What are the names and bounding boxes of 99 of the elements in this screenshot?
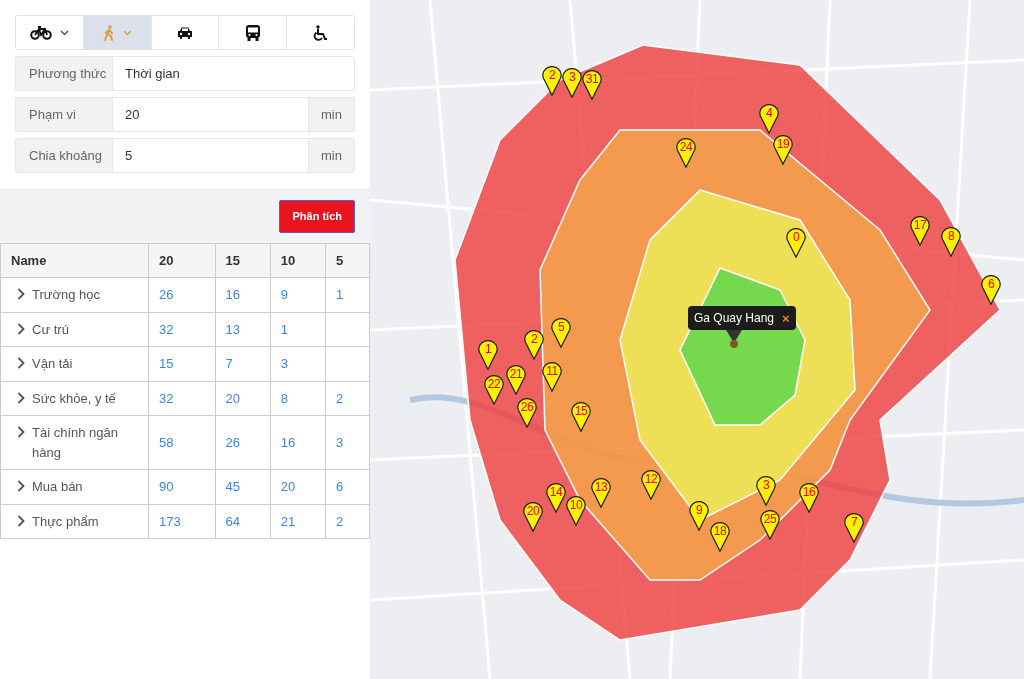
range-input[interactable]: 20	[112, 97, 309, 132]
count-cell[interactable]: 16	[270, 415, 326, 470]
popup-title: Ga Quay Hang	[694, 310, 775, 327]
map-pin[interactable]: 8	[941, 227, 961, 257]
category-cell[interactable]: Tài chính ngân hàng	[0, 415, 149, 470]
map-pin[interactable]: 15	[571, 402, 591, 432]
map-pin[interactable]: 31	[582, 70, 602, 100]
count-cell[interactable]: 26	[148, 277, 215, 312]
chevron-right-icon	[17, 514, 25, 527]
count-cell[interactable]: 1	[270, 312, 326, 347]
category-name: Vận tải	[32, 355, 73, 373]
chevron-right-icon	[17, 357, 25, 369]
column-header: 10	[270, 243, 326, 278]
unit-label: min	[309, 138, 355, 173]
car-icon	[177, 26, 193, 39]
map-pin[interactable]: 2	[542, 66, 562, 96]
category-cell[interactable]: Thực phẩm	[0, 504, 149, 539]
map-pin[interactable]: 17	[910, 216, 930, 246]
count-cell[interactable]: 13	[215, 312, 271, 347]
map-pin[interactable]: 6	[981, 275, 1001, 305]
category-name: Trường học	[32, 286, 101, 304]
map-pin[interactable]: 25	[760, 510, 780, 540]
bicycle-icon	[29, 25, 52, 40]
analyze-button[interactable]: Phân tích	[279, 200, 355, 233]
method-dropdown[interactable]: Thời gian	[112, 56, 355, 91]
map-pin[interactable]: 13	[591, 478, 611, 508]
map-area[interactable]: 2 3 31 4 24 19 0 17 8 6 5 1 2 21 11 22 26 15 13 12 14 3 16 20 10 9 18 25 7 Ga Quay Hang ×	[370, 0, 1024, 679]
map-pin[interactable]: 11	[542, 362, 562, 392]
count-cell[interactable]: 3	[270, 346, 326, 381]
category-cell[interactable]: Vận tải	[0, 346, 149, 381]
count-cell[interactable]: 3	[325, 415, 370, 470]
unit-label: min	[309, 97, 355, 132]
category-cell[interactable]: Mua bán	[0, 469, 149, 504]
count-cell[interactable]: 1	[325, 277, 370, 312]
count-cell[interactable]: 64	[215, 504, 271, 539]
map-pin[interactable]: 10	[566, 496, 586, 526]
category-name: Mua bán	[32, 478, 83, 496]
column-header: 5	[325, 243, 370, 278]
count-cell[interactable]: 58	[148, 415, 215, 470]
count-cell[interactable]: 26	[215, 415, 271, 470]
count-cell[interactable]: 2	[325, 381, 370, 416]
chevron-right-icon	[17, 426, 25, 438]
count-cell[interactable]: 2	[325, 504, 370, 539]
category-cell[interactable]: Trường học	[0, 277, 149, 312]
map-pin[interactable]: 9	[689, 501, 709, 531]
map-pin[interactable]: 4	[759, 104, 779, 134]
column-header: Name	[0, 243, 149, 278]
map-pin[interactable]: 3	[562, 68, 582, 98]
field-label: Phạm vi	[15, 97, 112, 132]
category-name: Tài chính ngân hàng	[32, 424, 119, 462]
bicycle-mode-button[interactable]	[16, 16, 84, 49]
map-pin[interactable]: 5	[551, 318, 571, 348]
count-cell[interactable]: 16	[215, 277, 271, 312]
count-cell[interactable]: 20	[215, 381, 271, 416]
count-cell[interactable]: 45	[215, 469, 271, 504]
close-button[interactable]: ×	[782, 311, 790, 325]
field-label: Phương thức	[15, 56, 112, 91]
category-name: Thực phẩm	[32, 512, 99, 531]
map-pin[interactable]: 26	[517, 398, 537, 428]
count-cell[interactable]: 20	[270, 469, 326, 504]
count-cell[interactable]: 8	[270, 381, 326, 416]
count-cell[interactable]: 7	[215, 346, 271, 381]
category-name: Sức khỏe, y tế	[32, 389, 116, 408]
map-pin[interactable]: 14	[546, 483, 566, 513]
map-pin[interactable]: 1	[478, 340, 498, 370]
map-pin[interactable]: 7	[844, 513, 864, 543]
bus-icon	[244, 24, 261, 41]
map-pin[interactable]: 21	[506, 365, 526, 395]
map-pin[interactable]: 22	[484, 375, 504, 405]
wheelchair-icon	[313, 24, 329, 41]
category-cell[interactable]: Sức khỏe, y tế	[0, 381, 149, 416]
count-cell[interactable]: 173	[148, 504, 215, 539]
field-label: Chia khoảng	[15, 138, 112, 173]
map-pin[interactable]: 2	[524, 330, 544, 360]
column-header: 15	[215, 243, 271, 278]
step-input[interactable]: 5	[112, 138, 309, 173]
map-pin[interactable]: 19	[773, 135, 793, 165]
map-pin[interactable]: 24	[676, 138, 696, 168]
count-cell[interactable]: 32	[148, 312, 215, 347]
category-cell[interactable]: Cư trú	[0, 312, 149, 347]
count-cell[interactable]: 9	[270, 277, 326, 312]
count-cell[interactable]: 21	[270, 504, 326, 539]
count-cell[interactable]: 15	[148, 346, 215, 381]
walking-person-icon	[102, 24, 115, 41]
map-pin[interactable]: 18	[710, 522, 730, 552]
map-pin[interactable]: 12	[641, 470, 661, 500]
map-pin[interactable]: 0	[786, 228, 806, 258]
count-cell[interactable]: 6	[325, 469, 370, 504]
map-pin[interactable]: 20	[523, 502, 543, 532]
chevron-right-icon	[17, 391, 25, 404]
map-pin[interactable]: 16	[799, 483, 819, 513]
map-pin[interactable]: 3	[756, 476, 776, 506]
count-cell[interactable]: 90	[148, 469, 215, 504]
column-header: 20	[148, 243, 215, 278]
category-name: Cư trú	[32, 320, 69, 339]
chevron-right-icon	[17, 480, 25, 492]
count-cell[interactable]: 32	[148, 381, 215, 416]
chevron-right-icon	[17, 288, 25, 300]
chevron-right-icon	[17, 322, 25, 335]
